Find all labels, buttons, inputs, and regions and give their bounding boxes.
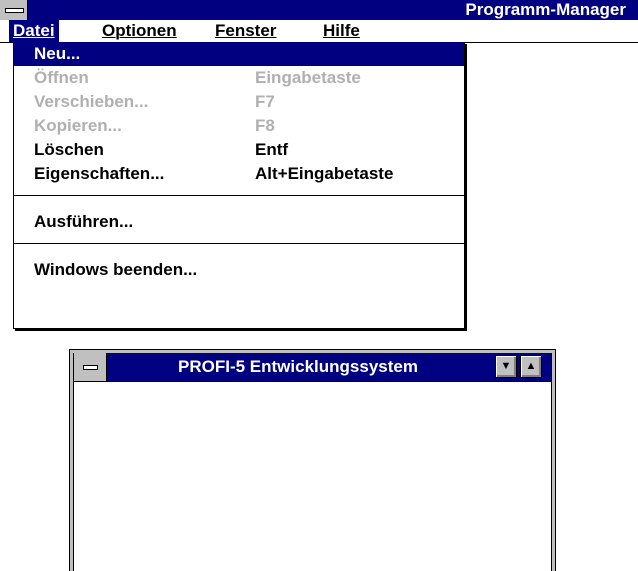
child-window-title: PROFI-5 Entwicklungssystem <box>178 357 418 376</box>
system-menu-button[interactable] <box>0 0 28 20</box>
maximize-icon: ▲ <box>525 360 537 372</box>
menu-item-label: Kopieren... <box>34 116 122 135</box>
maximize-button[interactable]: ▲ <box>520 355 542 378</box>
menu-item-windows-beenden[interactable]: Windows beenden... <box>14 258 464 282</box>
menu-item-oeffnen[interactable]: Öffnen Eingabetaste <box>14 66 464 90</box>
menu-hilfe[interactable]: Hilfe <box>319 20 364 42</box>
menu-item-label: Eigenschaften... <box>34 164 165 183</box>
menu-item-label: Löschen <box>34 140 104 159</box>
menu-item-eigenschaften[interactable]: Eigenschaften... Alt+Eingabetaste <box>14 162 464 186</box>
menu-item-verschieben[interactable]: Verschieben... F7 <box>14 90 464 114</box>
menu-item-kopieren[interactable]: Kopieren... F8 <box>14 114 464 138</box>
menu-item-label: Verschieben... <box>34 92 149 111</box>
menu-item-label: Windows beenden... <box>34 260 198 279</box>
system-menu-icon <box>5 8 24 13</box>
menu-item-ausfuehren[interactable]: Ausführen... <box>14 210 464 234</box>
child-window-body: PROFI-5 Entwicklungssystem ▼ ▲ <box>73 353 552 571</box>
file-menu-dropdown: Neu... Öffnen Eingabetaste Verschieben..… <box>13 42 465 329</box>
child-title-bar[interactable]: PROFI-5 Entwicklungssystem ▼ ▲ <box>74 353 551 382</box>
minimize-button[interactable]: ▼ <box>495 355 517 378</box>
minimize-icon: ▼ <box>500 360 512 372</box>
menu-item-shortcut: F8 <box>255 116 275 135</box>
menu-item-shortcut: F7 <box>255 92 275 111</box>
child-system-menu-button[interactable] <box>74 353 107 381</box>
menu-item-label: Öffnen <box>34 68 89 87</box>
menu-item-neu[interactable]: Neu... <box>14 42 464 66</box>
menu-separator <box>14 243 464 244</box>
menu-item-label: Neu... <box>34 44 81 63</box>
menu-item-label: Ausführen... <box>34 212 134 231</box>
child-window-profi5[interactable]: PROFI-5 Entwicklungssystem ▼ ▲ <box>69 349 556 571</box>
main-window-title: Programm-Manager <box>465 0 626 19</box>
menu-separator <box>14 195 464 196</box>
menu-item-shortcut: Eingabetaste <box>255 68 361 87</box>
menu-item-shortcut: Alt+Eingabetaste <box>255 164 394 183</box>
menu-fenster[interactable]: Fenster <box>211 20 280 42</box>
system-menu-icon <box>83 365 98 370</box>
menu-item-shortcut: Entf <box>255 140 289 159</box>
menu-datei[interactable]: Datei <box>9 20 59 42</box>
menu-optionen[interactable]: Optionen <box>98 20 181 42</box>
menu-bar: Datei Optionen Fenster Hilfe <box>0 20 638 43</box>
menu-item-loeschen[interactable]: Löschen Entf <box>14 138 464 162</box>
main-title-bar: Programm-Manager <box>0 0 638 20</box>
